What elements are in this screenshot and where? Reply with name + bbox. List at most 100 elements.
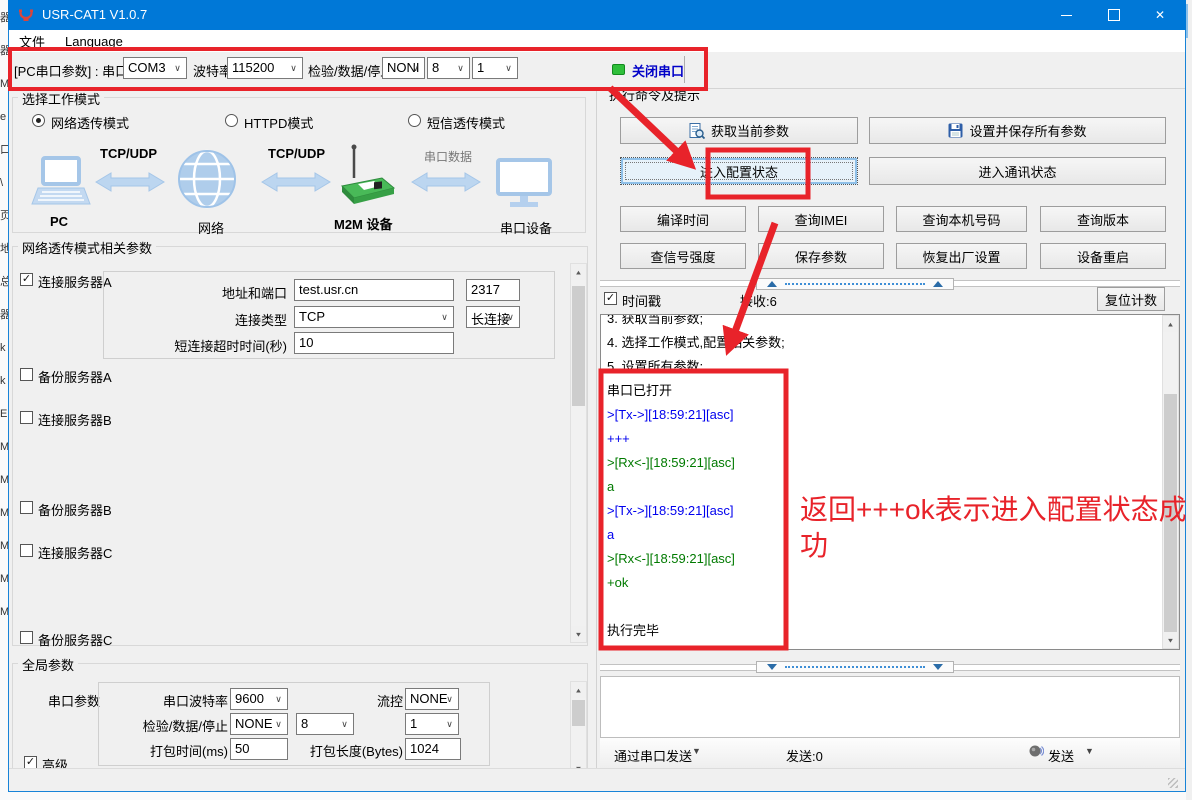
log-output[interactable]: 3. 获取当前参数; 4. 选择工作模式,配置相关参数; 5. 设置所有参数; … — [600, 314, 1180, 650]
minimize-button[interactable] — [1042, 0, 1090, 30]
scrollbar-thumb[interactable] — [572, 286, 585, 406]
dropdown-chevron-icon — [442, 690, 457, 708]
collapse-down-icon[interactable] — [767, 664, 777, 670]
serial-params-label: 串口参数 — [48, 691, 100, 710]
dropdown-chevron-icon — [501, 59, 516, 77]
m2m-device-icon — [338, 144, 398, 212]
radio-httpd-mode-label: HTTPD模式 — [244, 113, 313, 132]
conn-type-select[interactable]: TCP — [294, 306, 454, 328]
enter-comm-button[interactable]: 进入通讯状态 — [869, 157, 1166, 185]
compile-time-button[interactable]: 编译时间 — [620, 206, 746, 232]
scroll-up-icon[interactable] — [571, 264, 586, 280]
server-a-label: 连接服务器A — [38, 272, 112, 291]
addr-port-label: 地址和端口 — [110, 283, 287, 302]
tcp-udp-label-1: TCP/UDP — [100, 146, 157, 161]
timeout-input[interactable]: 10 — [294, 332, 454, 354]
save-params-button[interactable]: 保存参数 — [758, 243, 884, 269]
databits-select[interactable]: 8 — [427, 57, 470, 79]
flow-label: 流控 — [345, 691, 403, 710]
factory-reset-button[interactable]: 恢复出厂设置 — [896, 243, 1027, 269]
menu-file[interactable]: 文件 — [9, 30, 55, 52]
scroll-down-icon[interactable] — [1163, 632, 1178, 648]
collapse-up-icon[interactable] — [933, 281, 943, 287]
packlen-input[interactable]: 1024 — [405, 738, 461, 760]
commands-panel-title: 执行命令及提示 — [606, 85, 703, 104]
serial-device-monitor-icon — [496, 158, 552, 210]
get-params-button[interactable]: 获取当前参数 — [620, 117, 858, 144]
global-stopbits-select[interactable]: 1 — [405, 713, 459, 735]
close-button[interactable] — [1136, 0, 1184, 30]
net-params-scrollbar[interactable] — [570, 263, 587, 643]
global-baud-label: 串口波特率 — [108, 691, 228, 710]
dropdown-chevron-icon — [408, 59, 423, 77]
port-open-indicator-icon — [612, 64, 625, 75]
server-a-checkbox[interactable] — [20, 273, 33, 286]
set-save-all-button[interactable]: 设置并保存所有参数 — [869, 117, 1166, 144]
scroll-down-icon[interactable] — [571, 626, 586, 642]
log-line: a — [607, 475, 785, 499]
baud-select[interactable]: 115200 — [227, 57, 303, 79]
splitter-handle[interactable] — [756, 278, 954, 290]
collapse-up-icon[interactable] — [767, 281, 777, 287]
reset-count-button[interactable]: 复位计数 — [1097, 287, 1165, 311]
timestamp-checkbox[interactable] — [604, 292, 617, 305]
save-floppy-icon — [948, 123, 963, 138]
server-c-checkbox[interactable] — [20, 544, 33, 557]
flow-select[interactable]: NONE — [405, 688, 459, 710]
stopbits-select[interactable]: 1 — [472, 57, 518, 79]
signal-strength-button[interactable]: 查信号强度 — [620, 243, 746, 269]
scroll-up-icon[interactable] — [571, 682, 586, 698]
global-databits-select[interactable]: 8 — [296, 713, 354, 735]
pc-laptop-icon — [28, 156, 92, 212]
parity-select[interactable]: NONI — [382, 57, 425, 79]
query-number-button[interactable]: 查询本机号码 — [896, 206, 1027, 232]
close-port-button[interactable]: 关闭串口 — [632, 61, 684, 80]
scroll-up-icon[interactable] — [1163, 316, 1178, 332]
send-input[interactable] — [600, 676, 1180, 738]
send-button[interactable]: 发送 — [1048, 746, 1074, 765]
scrollbar-thumb[interactable] — [572, 700, 585, 726]
conn-type-label: 连接类型 — [110, 310, 287, 329]
backup-a-checkbox[interactable] — [20, 368, 33, 381]
send-via-chevron-icon[interactable]: ▼ — [692, 746, 701, 756]
radio-httpd-mode[interactable] — [225, 114, 238, 127]
dropdown-chevron-icon — [271, 715, 286, 733]
resize-grip[interactable] — [1168, 778, 1178, 788]
splitter-handle[interactable] — [756, 661, 954, 673]
menu-language[interactable]: Language — [55, 30, 133, 52]
keepalive-select[interactable]: 长连接 — [466, 306, 520, 328]
backup-b-checkbox[interactable] — [20, 501, 33, 514]
query-version-button[interactable]: 查询版本 — [1040, 206, 1166, 232]
global-parity-select[interactable]: NONE — [230, 713, 288, 735]
com-port-select[interactable]: COM3 — [123, 57, 187, 79]
query-imei-button[interactable]: 查询IMEI — [758, 206, 884, 232]
global-baud-select[interactable]: 9600 — [230, 688, 288, 710]
send-chevron-icon[interactable]: ▼ — [1085, 746, 1094, 756]
network-globe-icon — [178, 148, 236, 212]
collapse-down-icon[interactable] — [933, 664, 943, 670]
radio-sms-mode[interactable] — [408, 114, 421, 127]
server-b-label: 连接服务器B — [38, 410, 112, 429]
server-port-input[interactable]: 2317 — [466, 279, 520, 301]
log-line: >[Tx->][18:59:21][asc] — [607, 403, 785, 427]
maximize-button[interactable] — [1090, 0, 1138, 30]
radio-net-mode[interactable] — [32, 114, 45, 127]
log-line: 5. 设置所有参数; — [607, 355, 785, 379]
enter-config-button[interactable]: 进入配置状态 — [620, 157, 858, 185]
global-params-scrollbar[interactable] — [570, 681, 587, 777]
send-via-dropdown[interactable]: 通过串口发送 — [614, 746, 692, 765]
server-b-checkbox[interactable] — [20, 411, 33, 424]
dropdown-chevron-icon — [442, 715, 457, 733]
app-logo-icon — [18, 7, 34, 23]
server-address-input[interactable]: test.usr.cn — [294, 279, 454, 301]
double-arrow-icon — [410, 170, 482, 194]
log-scrollbar[interactable] — [1162, 315, 1179, 649]
background-window-right-line — [1186, 4, 1188, 38]
send-horn-icon — [1028, 743, 1044, 759]
backup-c-checkbox[interactable] — [20, 631, 33, 644]
toolbar-separator — [684, 56, 685, 83]
packtime-input[interactable]: 50 — [230, 738, 288, 760]
reboot-button[interactable]: 设备重启 — [1040, 243, 1166, 269]
tcp-udp-label-2: TCP/UDP — [268, 146, 325, 161]
dropdown-chevron-icon — [337, 715, 352, 733]
